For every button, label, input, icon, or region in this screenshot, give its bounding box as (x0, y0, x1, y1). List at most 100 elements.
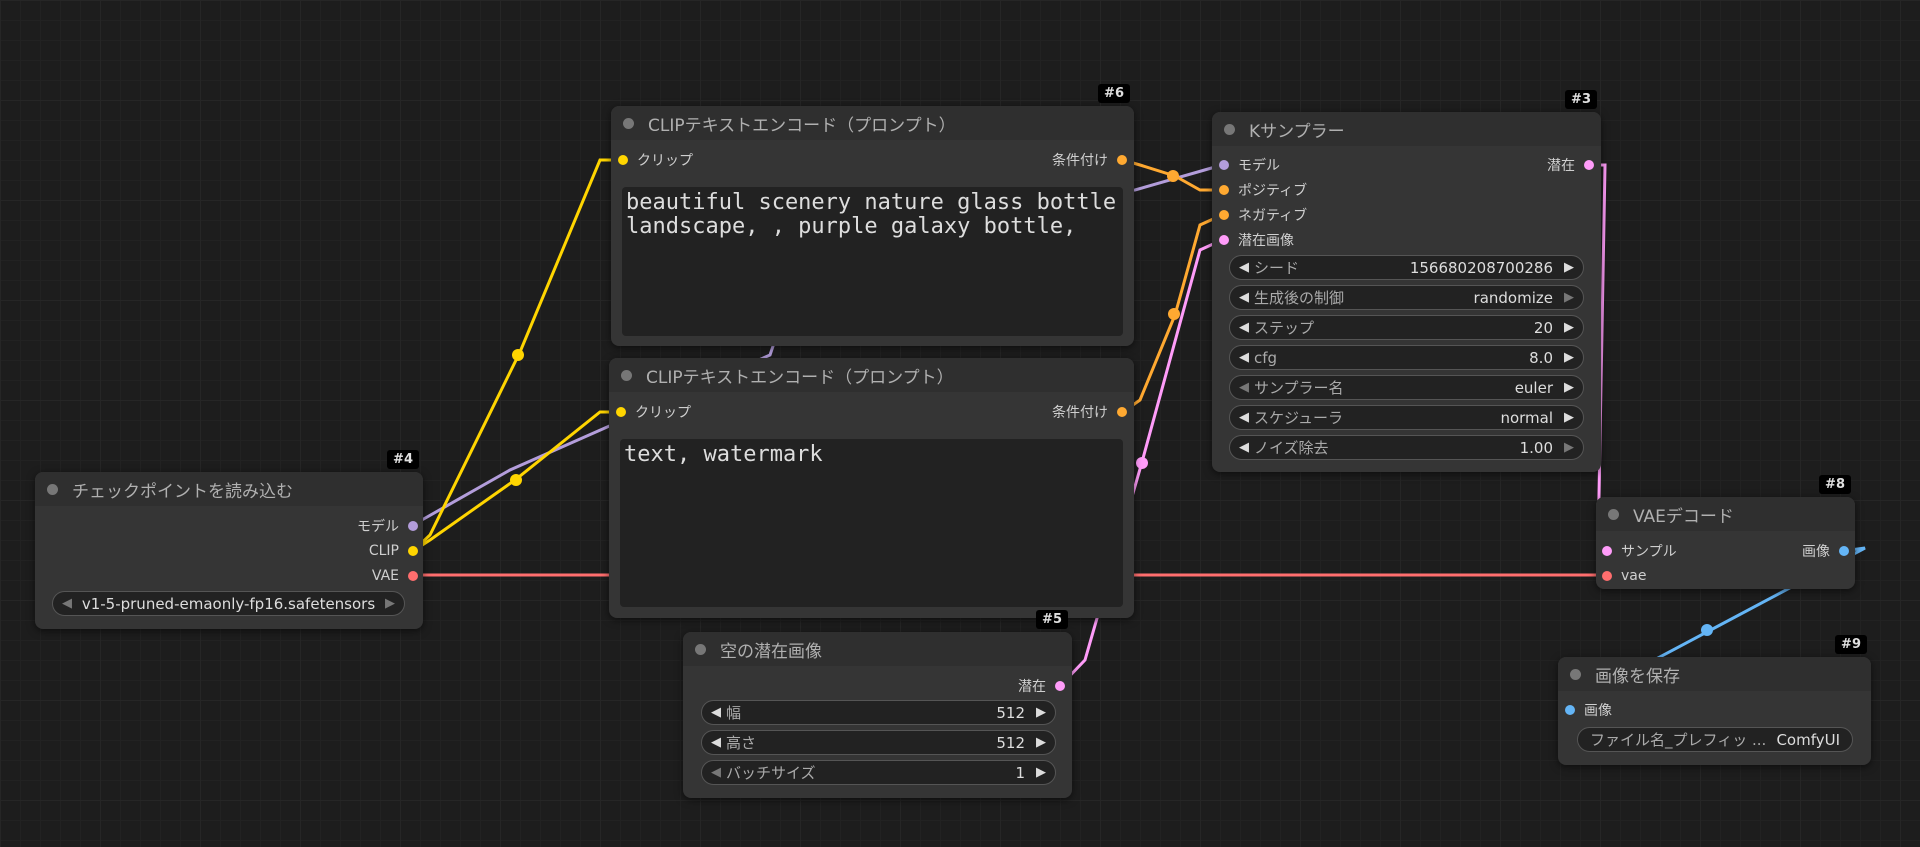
slot-dot-icon[interactable] (1219, 235, 1229, 245)
ckpt-name-combo[interactable]: ◀ v1-5-pruned-emaonly-fp16.safetensors ▶ (52, 591, 405, 616)
node-clip-text-encode-negative[interactable]: CLIPテキストエンコード（プロンプト） クリップ 条件付け text, wat… (609, 358, 1134, 618)
slot-dot-icon[interactable] (1055, 681, 1065, 691)
arrow-left-icon[interactable]: ◀ (1234, 260, 1254, 275)
input-model[interactable]: モデル (1219, 156, 1280, 174)
slot-dot-icon[interactable] (1117, 407, 1127, 417)
arrow-right-icon[interactable]: ▶ (1559, 290, 1579, 305)
steps-widget[interactable]: ◀ ステップ 20 ▶ (1229, 315, 1584, 340)
widget-label: スケジューラ (1254, 409, 1343, 427)
input-clip[interactable]: クリップ (618, 151, 693, 169)
input-vae[interactable]: vae (1602, 567, 1646, 585)
arrow-left-icon[interactable]: ◀ (1234, 440, 1254, 455)
output-latent[interactable]: 潜在 (1018, 677, 1065, 695)
arrow-right-icon[interactable]: ▶ (1559, 260, 1579, 275)
input-positive[interactable]: ポジティブ (1219, 181, 1307, 199)
input-samples[interactable]: サンプル (1602, 542, 1677, 560)
slot-dot-icon[interactable] (1584, 160, 1594, 170)
slot-dot-icon[interactable] (1219, 185, 1229, 195)
slot-dot-icon[interactable] (408, 571, 418, 581)
collapse-dot-icon[interactable] (1224, 123, 1235, 135)
slot-dot-icon[interactable] (1219, 210, 1229, 220)
slot-dot-icon[interactable] (1219, 160, 1229, 170)
node-title: CLIPテキストエンコード（プロンプト） (646, 367, 954, 388)
node-empty-latent-image[interactable]: #5 空の潜在画像 潜在 ◀ 幅 512 ▶ ◀ 高さ 512 ▶ ◀ バッチサ… (683, 610, 1072, 798)
slot-dot-icon[interactable] (408, 546, 418, 556)
output-model[interactable]: モデル (357, 517, 418, 535)
widget-value: 20 (1533, 318, 1553, 337)
node-title: 画像を保存 (1595, 666, 1680, 687)
denoise-widget[interactable]: ◀ ノイズ除去 1.00 ▶ (1229, 435, 1584, 460)
prompt-textarea[interactable]: text, watermark (620, 439, 1123, 607)
node-clip-text-encode-positive[interactable]: #6 CLIPテキストエンコード（プロンプト） クリップ 条件付け beauti… (611, 84, 1134, 346)
control-after-generate-widget[interactable]: ◀ 生成後の制御 randomize ▶ (1229, 285, 1584, 310)
node-title-bar[interactable]: 空の潜在画像 (683, 632, 1072, 666)
arrow-right-icon[interactable]: ▶ (1559, 440, 1579, 455)
node-title: VAEデコード (1633, 506, 1734, 527)
width-widget[interactable]: ◀ 幅 512 ▶ (701, 700, 1056, 725)
collapse-dot-icon[interactable] (695, 643, 706, 655)
height-widget[interactable]: ◀ 高さ 512 ▶ (701, 730, 1056, 755)
scheduler-widget[interactable]: ◀ スケジューラ normal ▶ (1229, 405, 1584, 430)
input-images[interactable]: 画像 (1565, 701, 1612, 719)
slot-dot-icon[interactable] (1602, 571, 1612, 581)
input-negative[interactable]: ネガティブ (1219, 206, 1307, 224)
collapse-dot-icon[interactable] (1570, 668, 1581, 680)
collapse-dot-icon[interactable] (621, 369, 632, 381)
slot-dot-icon[interactable] (1602, 546, 1612, 556)
node-title-bar[interactable]: 画像を保存 (1558, 657, 1871, 691)
node-title-bar[interactable]: CLIPテキストエンコード（プロンプト） (611, 106, 1134, 140)
output-clip[interactable]: CLIP (369, 542, 418, 560)
arrow-left-icon[interactable]: ◀ (1234, 290, 1254, 305)
arrow-left-icon[interactable]: ◀ (706, 705, 726, 720)
slot-dot-icon[interactable] (1117, 155, 1127, 165)
slot-dot-icon[interactable] (408, 521, 418, 531)
arrow-right-icon[interactable]: ▶ (1559, 410, 1579, 425)
input-clip[interactable]: クリップ (616, 403, 691, 421)
arrow-right-icon[interactable]: ▶ (1031, 765, 1051, 780)
arrow-left-icon[interactable]: ◀ (706, 765, 726, 780)
seed-widget[interactable]: ◀ シード 156680208700286 ▶ (1229, 255, 1584, 280)
arrow-left-icon[interactable]: ◀ (1234, 320, 1254, 335)
cfg-widget[interactable]: ◀ cfg 8.0 ▶ (1229, 345, 1584, 370)
output-vae[interactable]: VAE (372, 567, 418, 585)
output-conditioning[interactable]: 条件付け (1052, 151, 1127, 169)
output-latent[interactable]: 潜在 (1547, 156, 1594, 174)
slot-dot-icon[interactable] (1839, 546, 1849, 556)
node-title-bar[interactable]: VAEデコード (1596, 497, 1855, 531)
batch-size-widget[interactable]: ◀ バッチサイズ 1 ▶ (701, 760, 1056, 785)
slot-label: 条件付け (1052, 405, 1108, 421)
sampler-name-widget[interactable]: ◀ サンプラー名 euler ▶ (1229, 375, 1584, 400)
widget-label: シード (1254, 259, 1300, 277)
node-title-bar[interactable]: CLIPテキストエンコード（プロンプト） (609, 358, 1134, 392)
node-vae-decode[interactable]: #8 VAEデコード サンプル vae 画像 (1596, 475, 1855, 589)
arrow-left-icon[interactable]: ◀ (57, 596, 77, 611)
collapse-dot-icon[interactable] (623, 117, 634, 129)
arrow-right-icon[interactable]: ▶ (380, 596, 400, 611)
node-id-badge: #8 (1819, 475, 1851, 494)
slot-dot-icon[interactable] (618, 155, 628, 165)
slot-label: ネガティブ (1238, 208, 1308, 224)
arrow-left-icon[interactable]: ◀ (706, 735, 726, 750)
arrow-left-icon[interactable]: ◀ (1234, 410, 1254, 425)
slot-dot-icon[interactable] (1565, 705, 1575, 715)
node-title-bar[interactable]: Kサンプラー (1212, 112, 1601, 146)
node-title-bar[interactable]: チェックポイントを読み込む (35, 472, 423, 506)
output-image[interactable]: 画像 (1802, 542, 1849, 560)
node-load-checkpoint[interactable]: #4 チェックポイントを読み込む モデル CLIP VAE ◀ v1-5-pru… (35, 450, 423, 629)
node-save-image[interactable]: #9 画像を保存 画像 ファイル名_プレフィッ ... ComfyUI (1558, 635, 1871, 765)
arrow-right-icon[interactable]: ▶ (1559, 320, 1579, 335)
input-latent-image[interactable]: 潜在画像 (1219, 231, 1294, 249)
filename-prefix-widget[interactable]: ファイル名_プレフィッ ... ComfyUI (1577, 727, 1853, 752)
collapse-dot-icon[interactable] (47, 483, 58, 495)
arrow-left-icon[interactable]: ◀ (1234, 380, 1254, 395)
node-ksampler[interactable]: #3 Kサンプラー モデル ポジティブ ネガティブ 潜在画像 潜在 ◀ シード … (1212, 90, 1601, 472)
output-conditioning[interactable]: 条件付け (1052, 403, 1127, 421)
arrow-right-icon[interactable]: ▶ (1031, 735, 1051, 750)
slot-dot-icon[interactable] (616, 407, 626, 417)
arrow-left-icon[interactable]: ◀ (1234, 350, 1254, 365)
prompt-textarea[interactable]: beautiful scenery nature glass bottle la… (622, 187, 1123, 336)
arrow-right-icon[interactable]: ▶ (1559, 350, 1579, 365)
collapse-dot-icon[interactable] (1608, 508, 1619, 520)
arrow-right-icon[interactable]: ▶ (1559, 380, 1579, 395)
arrow-right-icon[interactable]: ▶ (1031, 705, 1051, 720)
